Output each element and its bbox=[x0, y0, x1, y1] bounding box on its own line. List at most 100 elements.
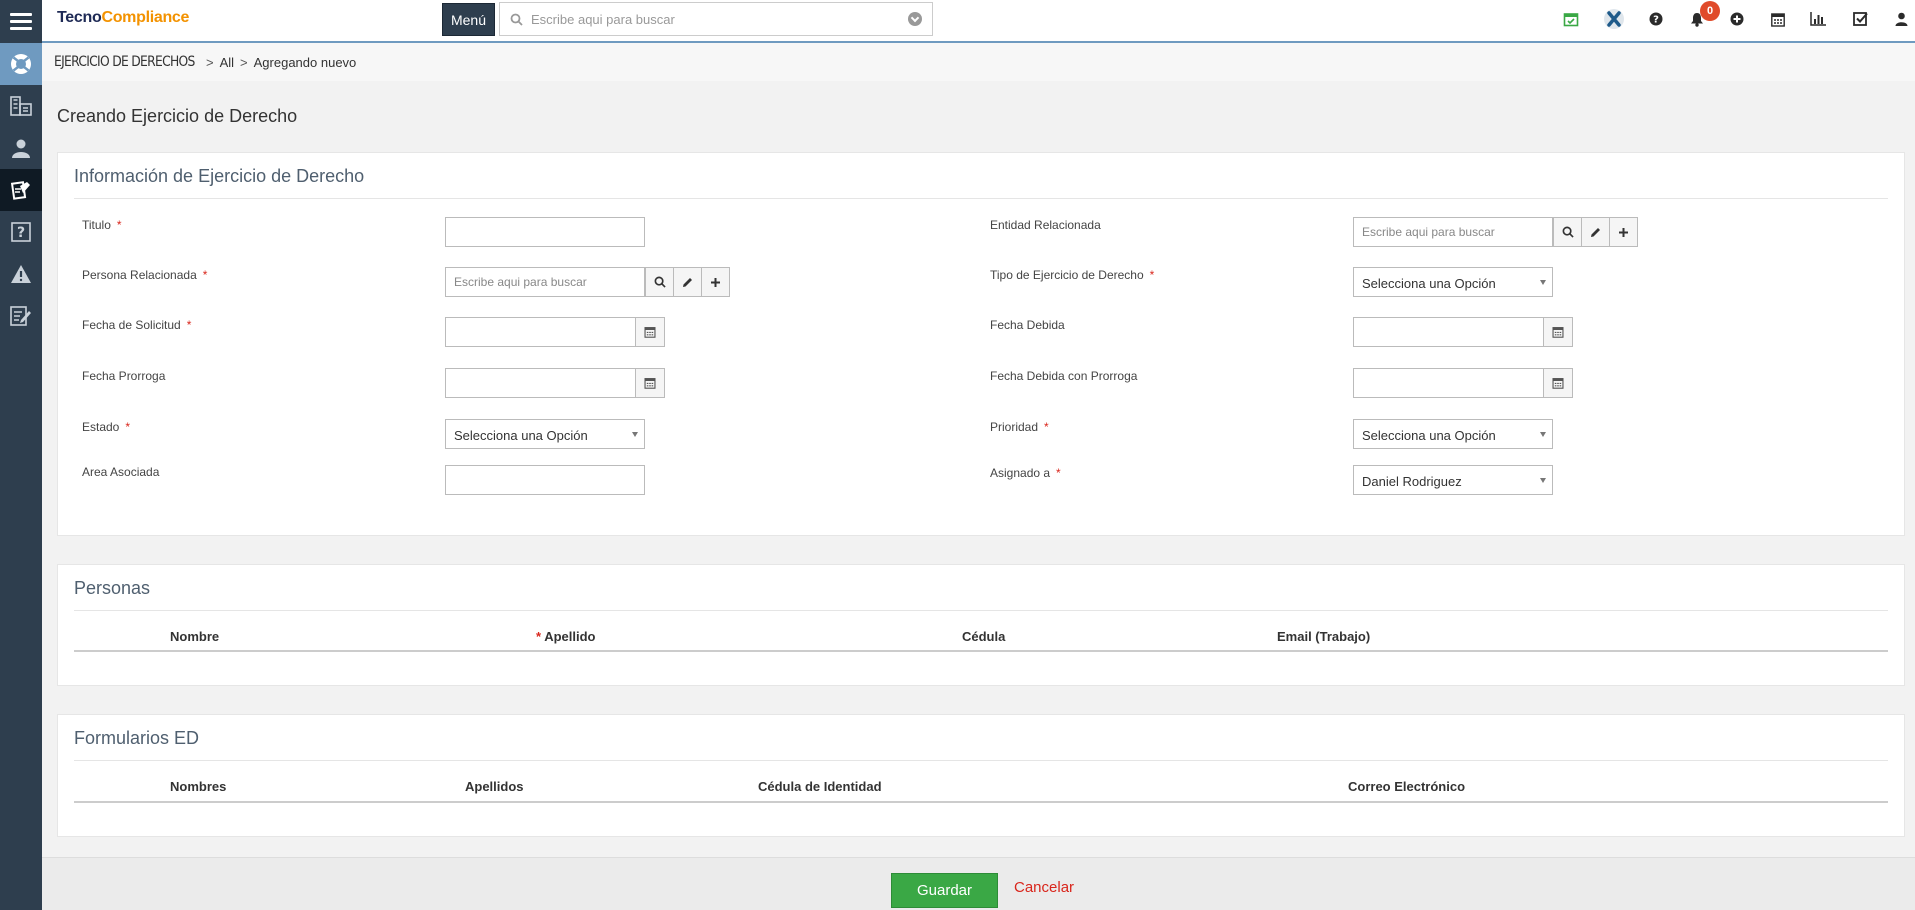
search-icon bbox=[654, 276, 666, 288]
search-icon bbox=[1562, 226, 1574, 238]
persona-add-button[interactable] bbox=[701, 267, 730, 297]
cancel-link[interactable]: Cancelar bbox=[1014, 879, 1074, 896]
plus-icon bbox=[1619, 227, 1628, 237]
titulo-label-text: Titulo bbox=[82, 218, 111, 232]
sidebar-item-entities[interactable] bbox=[0, 85, 42, 127]
checkbox-task-icon[interactable] bbox=[1850, 8, 1872, 30]
titulo-input[interactable] bbox=[445, 217, 645, 247]
fecha-solicitud-input[interactable] bbox=[445, 317, 665, 347]
sidebar-item-help-center[interactable] bbox=[0, 43, 42, 85]
sidebar-item-forms[interactable] bbox=[0, 295, 42, 337]
edit-form-icon bbox=[10, 306, 31, 326]
calendar-icon bbox=[1552, 378, 1564, 389]
column-header-cedula[interactable]: Cédula bbox=[962, 629, 1005, 644]
table-header-divider bbox=[74, 801, 1888, 803]
calendar-icon bbox=[1552, 327, 1564, 338]
entidad-add-button[interactable] bbox=[1609, 217, 1638, 247]
entidad-search-input[interactable]: Escribe aqui para buscar bbox=[1353, 217, 1638, 247]
required-mark: * bbox=[186, 318, 192, 332]
svg-text:?: ? bbox=[1653, 15, 1659, 26]
prioridad-label-text: Prioridad bbox=[990, 420, 1039, 434]
column-header-correo[interactable]: Correo Electrónico bbox=[1348, 779, 1465, 794]
lifebuoy-icon bbox=[11, 54, 31, 74]
sidebar-item-rights-exercise[interactable] bbox=[0, 169, 42, 211]
menu-button[interactable]: Menú bbox=[442, 3, 495, 36]
fecha-solicitud-label-text: Fecha de Solicitud bbox=[82, 318, 181, 332]
sidebar-item-questionnaires[interactable]: ? bbox=[0, 211, 42, 253]
breadcrumb-separator-icon: > bbox=[206, 54, 214, 70]
required-mark: * bbox=[1149, 268, 1155, 282]
asignado-select[interactable]: Daniel Rodriguez bbox=[1353, 465, 1553, 495]
table-header-divider bbox=[74, 650, 1888, 652]
global-search-placeholder: Escribe aqui para buscar bbox=[531, 11, 675, 27]
persona-edit-button[interactable] bbox=[673, 267, 702, 297]
fecha-prorroga-calendar-button[interactable] bbox=[635, 368, 665, 398]
persona-search-button[interactable] bbox=[645, 267, 674, 297]
info-section-card: Información de Ejercicio de Derecho Titu… bbox=[57, 152, 1905, 536]
plus-icon bbox=[711, 277, 720, 287]
persona-label-text: Persona Relacionada bbox=[82, 268, 197, 282]
fecha-debida-input[interactable] bbox=[1353, 317, 1573, 347]
estado-select[interactable]: Selecciona una Opción bbox=[445, 419, 645, 449]
logo-text-compliance: Compliance bbox=[101, 9, 190, 26]
fecha-prorroga-input[interactable] bbox=[445, 368, 665, 398]
asignado-selected-value: Daniel Rodriguez bbox=[1362, 474, 1462, 489]
required-mark: * bbox=[1056, 466, 1061, 480]
fecha-debida-prorroga-calendar-button[interactable] bbox=[1543, 368, 1573, 398]
question-document-icon: ? bbox=[11, 222, 31, 242]
entidad-edit-button[interactable] bbox=[1581, 217, 1610, 247]
calendar-icon[interactable] bbox=[1767, 8, 1789, 30]
prioridad-label: Prioridad * bbox=[990, 420, 1049, 434]
dropdown-arrow-icon bbox=[632, 432, 638, 437]
breadcrumb-separator-icon: > bbox=[240, 54, 248, 70]
calendar-icon bbox=[644, 327, 656, 338]
fecha-debida-label: Fecha Debida bbox=[990, 318, 1065, 332]
fecha-debida-calendar-button[interactable] bbox=[1543, 317, 1573, 347]
bar-chart-icon[interactable] bbox=[1807, 8, 1829, 30]
tipo-select[interactable]: Selecciona una Opción bbox=[1353, 267, 1553, 297]
persona-label: Persona Relacionada * bbox=[82, 268, 207, 282]
fecha-prorroga-label: Fecha Prorroga bbox=[82, 369, 166, 383]
entidad-search-button[interactable] bbox=[1553, 217, 1582, 247]
global-search-input[interactable]: Escribe aqui para buscar bbox=[499, 2, 933, 36]
sidebar-item-risks[interactable] bbox=[0, 253, 42, 295]
pencil-icon bbox=[1591, 227, 1600, 237]
pencil-icon bbox=[683, 277, 692, 287]
person-icon bbox=[12, 139, 30, 158]
titulo-label: Titulo * bbox=[82, 218, 122, 232]
app-logo[interactable]: TecnoCompliance bbox=[57, 9, 189, 27]
column-header-nombres[interactable]: Nombres bbox=[170, 779, 226, 794]
breadcrumb: EJERCICIO DE DERECHOS > All > Agregando … bbox=[42, 43, 1915, 81]
search-icon bbox=[510, 13, 523, 26]
save-button[interactable]: Guardar bbox=[891, 873, 998, 908]
persona-search-input[interactable]: Escribe aqui para buscar bbox=[445, 267, 730, 297]
entidad-search-placeholder: Escribe aqui para buscar bbox=[1362, 225, 1495, 239]
formularios-section-card: Formularios ED Nombres Apellidos Cédula … bbox=[57, 714, 1905, 837]
warning-icon bbox=[11, 265, 31, 283]
help-icon[interactable]: ? bbox=[1645, 8, 1667, 30]
fecha-solicitud-calendar-button[interactable] bbox=[635, 317, 665, 347]
prioridad-select[interactable]: Selecciona una Opción bbox=[1353, 419, 1553, 449]
column-header-email[interactable]: Email (Trabajo) bbox=[1277, 629, 1370, 644]
fecha-solicitud-label: Fecha de Solicitud * bbox=[82, 318, 191, 332]
column-header-apellido[interactable]: * Apellido bbox=[536, 629, 595, 644]
column-header-cedula-identidad[interactable]: Cédula de Identidad bbox=[758, 779, 882, 794]
chevron-down-icon[interactable] bbox=[908, 12, 922, 26]
sidebar-item-persons[interactable] bbox=[0, 127, 42, 169]
user-icon[interactable] bbox=[1890, 8, 1912, 30]
breadcrumb-root[interactable]: EJERCICIO DE DERECHOS bbox=[54, 54, 195, 70]
add-circle-icon[interactable] bbox=[1726, 8, 1748, 30]
breadcrumb-all[interactable]: All bbox=[220, 55, 234, 70]
calendar-check-icon[interactable] bbox=[1560, 8, 1582, 30]
required-mark: * bbox=[116, 218, 122, 232]
fecha-debida-prorroga-input[interactable] bbox=[1353, 368, 1573, 398]
notification-badge: 0 bbox=[1700, 1, 1720, 21]
column-header-nombre[interactable]: Nombre bbox=[170, 629, 219, 644]
page-title: Creando Ejercicio de Derecho bbox=[57, 106, 298, 126]
area-input[interactable] bbox=[445, 465, 645, 495]
x-brand-icon[interactable] bbox=[1603, 8, 1625, 30]
info-section-title: Información de Ejercicio de Derecho bbox=[74, 166, 365, 186]
hamburger-menu-icon[interactable] bbox=[0, 0, 42, 43]
column-header-apellidos[interactable]: Apellidos bbox=[465, 779, 524, 794]
estado-label: Estado * bbox=[82, 420, 130, 434]
